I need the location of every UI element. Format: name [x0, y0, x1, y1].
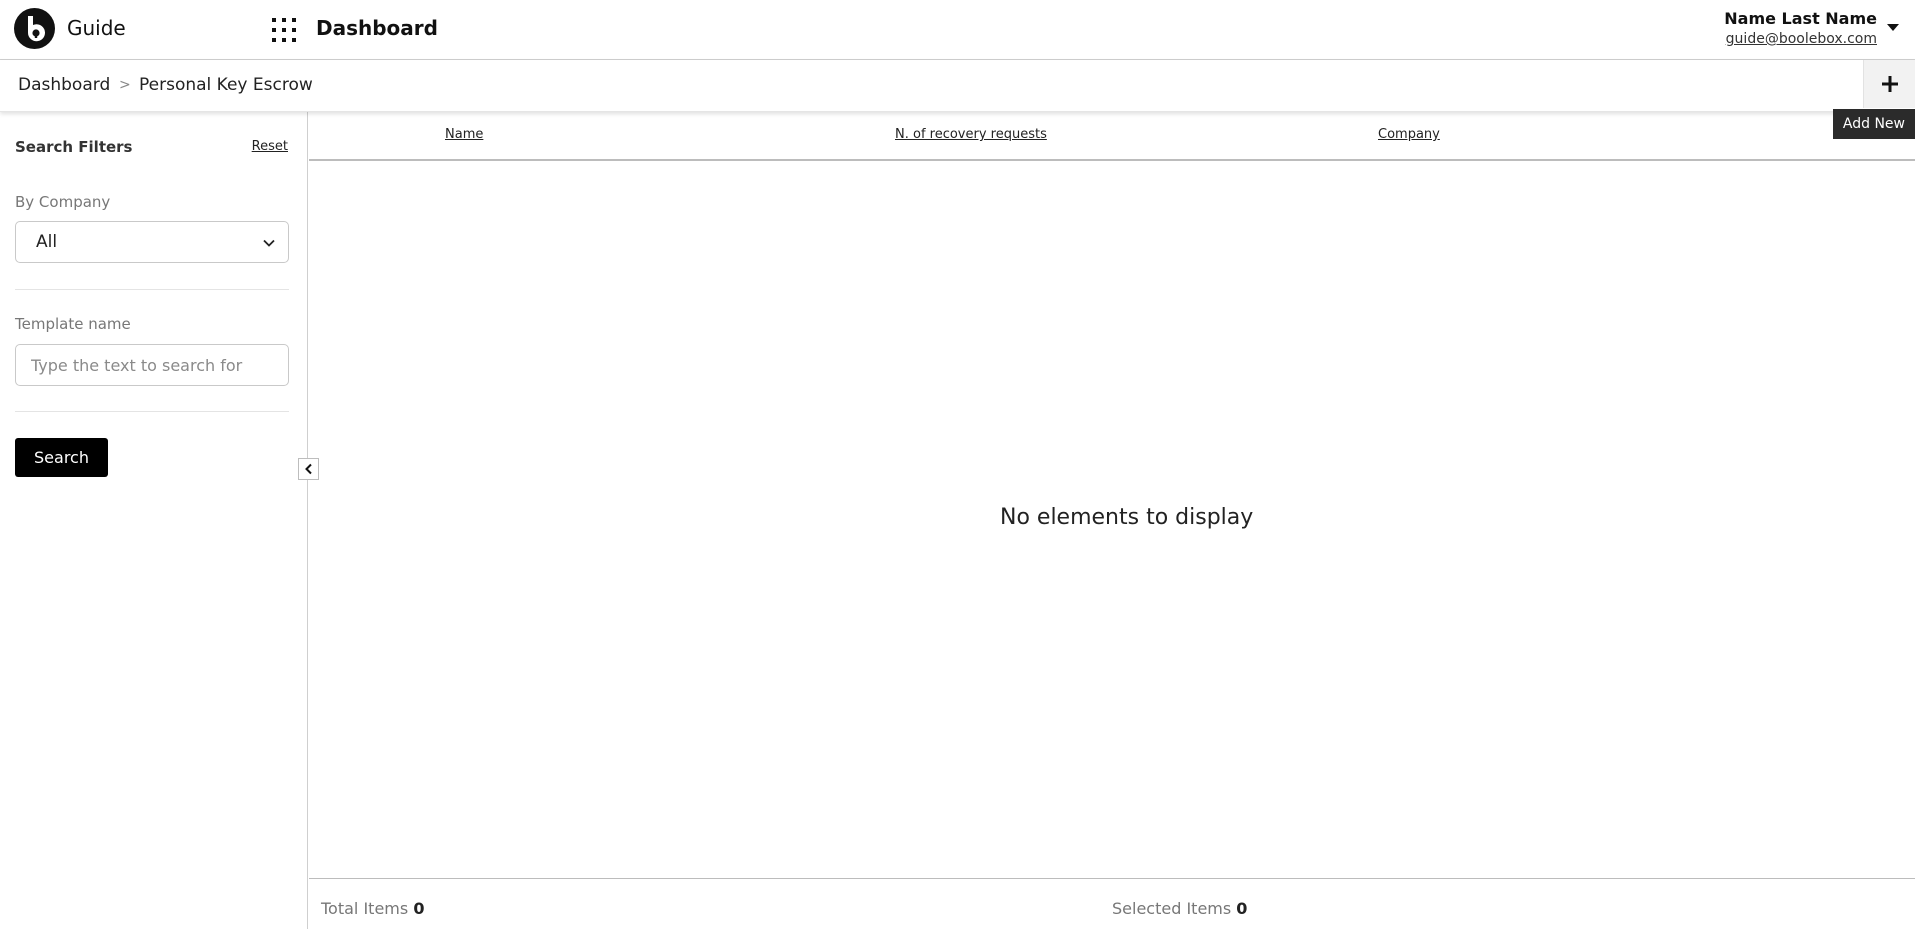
column-header-recovery-requests[interactable]: N. of recovery requests: [895, 127, 1047, 142]
total-items: Total Items 0: [321, 899, 424, 918]
template-name-label: Template name: [15, 315, 131, 333]
column-header-name[interactable]: Name: [445, 127, 483, 142]
column-header-company[interactable]: Company: [1378, 127, 1440, 142]
empty-state-message: No elements to display: [1000, 505, 1254, 530]
breadcrumb-item-current: Personal Key Escrow: [139, 75, 313, 95]
template-name-input[interactable]: [15, 344, 289, 386]
search-button[interactable]: Search: [15, 438, 108, 477]
breadcrumb-item-dashboard[interactable]: Dashboard: [18, 75, 110, 95]
breadcrumb-separator: >: [119, 77, 131, 93]
total-items-count: 0: [413, 899, 425, 918]
user-name: Name Last Name: [1724, 9, 1877, 28]
selected-items-count: 0: [1236, 899, 1248, 918]
app-name: Guide: [67, 16, 126, 40]
top-header: Guide Dashboard Name Last Name guide@boo…: [0, 0, 1915, 60]
table-header: Name N. of recovery requests Company: [309, 112, 1915, 161]
grid-apps-icon[interactable]: [271, 17, 297, 43]
add-new-tooltip: Add New: [1832, 109, 1915, 139]
table-footer: Total Items 0 Selected Items 0: [309, 878, 1915, 929]
add-new-button[interactable]: [1863, 60, 1915, 108]
selected-items-label: Selected Items: [1112, 899, 1232, 918]
user-menu[interactable]: Name Last Name guide@boolebox.com: [1724, 8, 1877, 48]
breadcrumb: Dashboard > Personal Key Escrow: [0, 60, 1915, 112]
filters-title: Search Filters: [15, 138, 133, 156]
divider: [15, 289, 289, 290]
divider: [15, 411, 289, 412]
caret-down-icon[interactable]: [1887, 24, 1899, 31]
company-select[interactable]: All: [15, 221, 289, 263]
selected-items: Selected Items 0: [1112, 899, 1247, 918]
collapse-sidebar-button[interactable]: [298, 458, 319, 480]
user-email-link[interactable]: guide@boolebox.com: [1724, 30, 1877, 48]
search-filters-panel: Search Filters Reset By Company All Temp…: [0, 112, 308, 929]
total-items-label: Total Items: [321, 899, 409, 918]
company-select-value: All: [36, 232, 58, 252]
reset-link[interactable]: Reset: [252, 139, 288, 154]
boolebox-logo-icon[interactable]: [14, 8, 55, 49]
page-title: Dashboard: [316, 16, 438, 40]
chevron-left-icon: [305, 463, 312, 475]
company-filter-label: By Company: [15, 193, 111, 211]
chevron-down-icon: [263, 239, 275, 247]
